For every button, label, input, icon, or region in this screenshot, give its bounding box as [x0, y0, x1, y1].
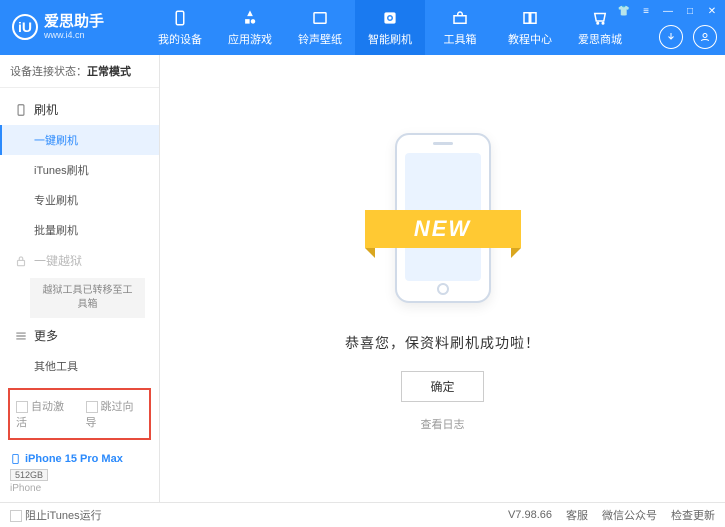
menu-group-more[interactable]: 更多: [0, 320, 159, 351]
group-label: 刷机: [34, 101, 58, 118]
sidebar-menu: 刷机 一键刷机 iTunes刷机 专业刷机 批量刷机 一键越狱 越狱工具已转移至…: [0, 88, 159, 382]
app-name: 爱思助手: [44, 14, 104, 31]
menu-itunes-flash[interactable]: iTunes刷机: [0, 155, 159, 185]
nav-my-device[interactable]: 我的设备: [145, 0, 215, 55]
image-icon: [310, 9, 330, 27]
nav-ringtones[interactable]: 铃声壁纸: [285, 0, 355, 55]
app-url: www.i4.cn: [44, 31, 104, 41]
new-banner: NEW: [365, 210, 521, 248]
device-name[interactable]: iPhone 15 Pro Max: [10, 452, 149, 466]
phone-icon: [170, 9, 190, 27]
close-icon[interactable]: ✕: [705, 4, 719, 18]
nav-label: 爱思商城: [578, 31, 622, 47]
download-button[interactable]: [659, 25, 683, 49]
check-update-link[interactable]: 检查更新: [671, 507, 715, 523]
phone-icon: [10, 452, 21, 466]
menu-batch-flash[interactable]: 批量刷机: [0, 215, 159, 245]
cart-icon: [590, 9, 610, 27]
nav-label: 铃声壁纸: [298, 31, 342, 47]
skip-guide-checkbox[interactable]: 跳过向导: [86, 398, 144, 430]
lock-icon: [14, 254, 28, 268]
skin-icon[interactable]: 👕: [617, 4, 631, 18]
nav-toolbox[interactable]: 工具箱: [425, 0, 495, 55]
nav-label: 工具箱: [444, 31, 477, 47]
status-value: 正常模式: [87, 66, 131, 78]
book-icon: [520, 9, 540, 27]
menu-group-jailbreak: 一键越狱: [0, 245, 159, 276]
minimize-icon[interactable]: —: [661, 4, 675, 18]
menu-other-tools[interactable]: 其他工具: [0, 351, 159, 381]
nav-smart-flash[interactable]: 智能刷机: [355, 0, 425, 55]
main-nav: 我的设备 应用游戏 铃声壁纸 智能刷机 工具箱 教程中心 爱思商城: [145, 0, 635, 55]
menu-icon[interactable]: ≡: [639, 4, 653, 18]
connection-status: 设备连接状态：正常模式: [0, 55, 159, 88]
app-header: iU 爱思助手 www.i4.cn 我的设备 应用游戏 铃声壁纸 智能刷机 工具…: [0, 0, 725, 55]
success-message: 恭喜您，保资料刷机成功啦！: [345, 333, 540, 353]
app-icon: [240, 9, 260, 27]
footer: 阻止iTunes运行 V7.98.66 客服 微信公众号 检查更新: [0, 502, 725, 527]
nav-label: 教程中心: [508, 31, 552, 47]
menu-download-firmware[interactable]: 下载固件: [0, 381, 159, 382]
main-content: NEW 恭喜您，保资料刷机成功啦！ 确定 查看日志: [160, 55, 725, 502]
version-label: V7.98.66: [508, 509, 552, 521]
nav-label: 智能刷机: [368, 31, 412, 47]
group-label: 更多: [34, 327, 58, 344]
header-actions: [659, 25, 717, 49]
menu-group-flash[interactable]: 刷机: [0, 94, 159, 125]
nav-label: 应用游戏: [228, 31, 272, 47]
logo-icon: iU: [12, 14, 38, 40]
block-itunes-checkbox[interactable]: 阻止iTunes运行: [10, 507, 102, 523]
jailbreak-note: 越狱工具已转移至工具箱: [30, 278, 145, 318]
menu-one-key-flash[interactable]: 一键刷机: [0, 125, 159, 155]
group-label: 一键越狱: [34, 252, 82, 269]
nav-label: 我的设备: [158, 31, 202, 47]
auto-activate-checkbox[interactable]: 自动激活: [16, 398, 74, 430]
window-controls: 👕 ≡ — □ ✕: [617, 4, 719, 18]
status-label: 设备连接状态：: [10, 66, 87, 78]
logo-area: iU 爱思助手 www.i4.cn: [0, 14, 145, 40]
device-info: iPhone 15 Pro Max 512GB iPhone: [0, 446, 159, 502]
refresh-icon: [380, 9, 400, 27]
view-log-link[interactable]: 查看日志: [421, 416, 465, 432]
sidebar: 设备连接状态：正常模式 刷机 一键刷机 iTunes刷机 专业刷机 批量刷机 一…: [0, 55, 160, 502]
user-button[interactable]: [693, 25, 717, 49]
menu-pro-flash[interactable]: 专业刷机: [0, 185, 159, 215]
flash-icon: [14, 103, 28, 117]
toolbox-icon: [450, 9, 470, 27]
maximize-icon[interactable]: □: [683, 4, 697, 18]
more-icon: [14, 329, 28, 343]
ok-button[interactable]: 确定: [401, 371, 483, 402]
device-storage: 512GB: [10, 469, 48, 481]
phone-illustration: NEW: [373, 125, 513, 315]
nav-apps-games[interactable]: 应用游戏: [215, 0, 285, 55]
customer-service-link[interactable]: 客服: [566, 507, 588, 523]
wechat-link[interactable]: 微信公众号: [602, 507, 657, 523]
device-type: iPhone: [10, 483, 149, 494]
options-row: 自动激活 跳过向导: [8, 388, 151, 440]
nav-tutorials[interactable]: 教程中心: [495, 0, 565, 55]
